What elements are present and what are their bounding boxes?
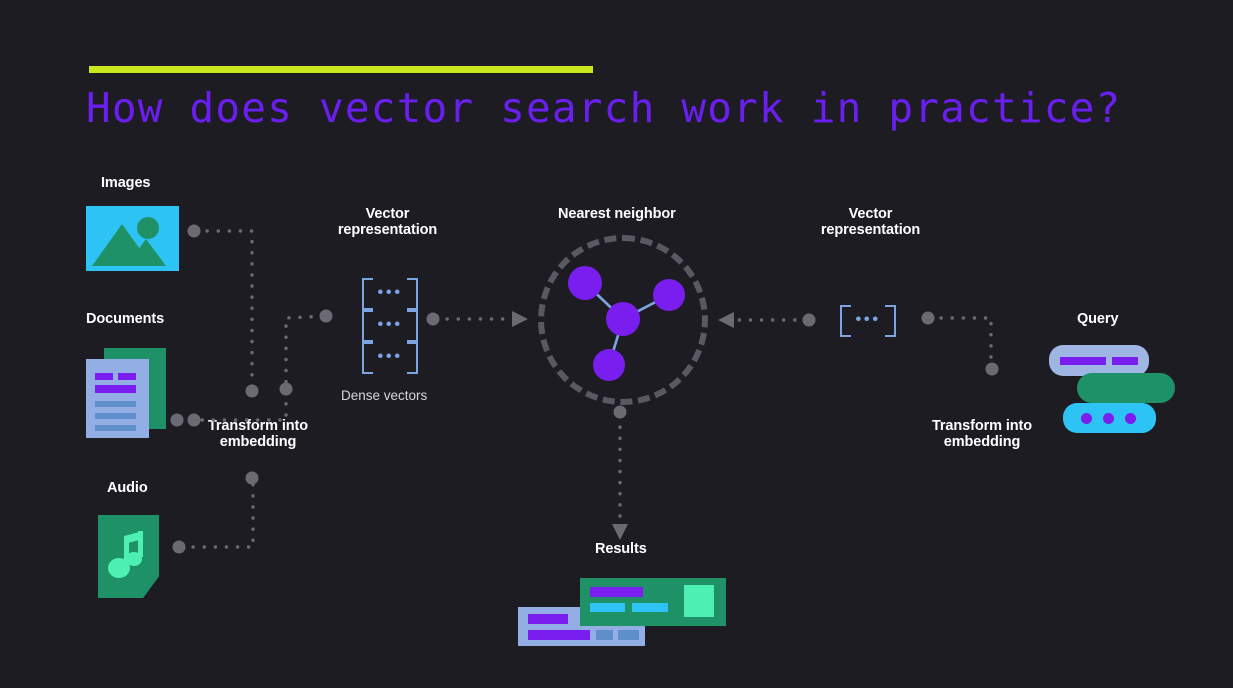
document-body-line <box>95 401 136 407</box>
query-vector-list: ••• <box>840 303 896 337</box>
typing-dot <box>1125 413 1136 424</box>
label-vector-right: Vector representation <box>797 206 944 238</box>
title-accent-rule <box>89 66 593 73</box>
knn-node-graph <box>568 266 685 381</box>
image-icon-glyph <box>92 217 166 266</box>
result-thumbnail <box>684 585 714 617</box>
result-bar <box>528 614 568 624</box>
dense-vector-list: ••• ••• ••• <box>362 276 418 374</box>
label-transform-right: Transform into embedding <box>907 418 1057 450</box>
connector-dot <box>921 311 935 325</box>
connector-dot <box>802 313 816 327</box>
vector-left-line1: Vector <box>365 206 410 222</box>
results-cards <box>518 578 728 646</box>
nearest-neighbor-graph <box>538 235 708 405</box>
dense-vector-row: ••• <box>362 340 418 374</box>
page-title: How does vector search work in practice? <box>86 84 1122 132</box>
graph-node <box>593 349 625 381</box>
music-note-icon <box>98 515 159 598</box>
chat-bubble-text <box>1049 345 1149 376</box>
connector-dot <box>170 413 184 427</box>
document-title-line <box>118 373 136 380</box>
document-body-line <box>95 425 136 431</box>
dense-vector-row: ••• <box>362 308 418 342</box>
document-front-sheet <box>86 359 149 438</box>
vector-right-line2: representation <box>820 222 921 238</box>
arrow-down <box>612 524 628 540</box>
graph-node <box>653 279 685 311</box>
connector-dot <box>187 224 201 238</box>
slide-canvas: How does vector search work in practice?… <box>0 0 1233 688</box>
connector-dot <box>279 382 293 396</box>
label-audio: Audio <box>107 480 148 496</box>
label-transform-left: Transform into embedding <box>183 418 333 450</box>
transform-right-line1: Transform into <box>931 418 1033 434</box>
result-bar <box>590 587 643 597</box>
graph-node <box>568 266 602 300</box>
vector-left-line2: representation <box>337 222 438 238</box>
document-icon <box>86 348 166 438</box>
typing-dot <box>1103 413 1114 424</box>
chat-text-bar <box>1112 357 1138 365</box>
transform-left-line1: Transform into <box>207 418 309 434</box>
image-icon <box>86 206 179 271</box>
label-images: Images <box>101 175 151 191</box>
transform-left-line2: embedding <box>219 434 297 450</box>
dense-vector-row: ••• <box>840 303 896 337</box>
result-card-green <box>580 578 726 626</box>
connector-dot <box>245 471 259 485</box>
dense-vector-row: ••• <box>362 276 418 310</box>
document-heading-line <box>95 385 136 393</box>
connector-dot <box>319 309 333 323</box>
bracket-right <box>407 310 418 342</box>
result-bar <box>632 603 668 612</box>
chat-bubble-typing <box>1063 403 1156 433</box>
document-body-line <box>95 413 136 419</box>
chat-text-bar <box>1060 357 1106 365</box>
connector-dot <box>613 405 627 419</box>
arrow-right <box>512 311 528 327</box>
connector-audio <box>180 477 255 549</box>
connector-dot <box>426 312 440 326</box>
result-bar <box>596 630 613 640</box>
connector-dot <box>172 540 186 554</box>
connector-images <box>194 229 254 391</box>
query-chat-icon <box>1049 345 1181 442</box>
connector-dot <box>245 384 259 398</box>
result-bar <box>528 630 590 640</box>
result-bar <box>590 603 625 612</box>
bracket-right <box>407 342 418 374</box>
caption-dense-vectors: Dense vectors <box>341 388 428 403</box>
label-nearest-neighbor: Nearest neighbor <box>558 206 676 222</box>
document-title-line <box>95 373 113 380</box>
label-vector-left: Vector representation <box>314 206 461 238</box>
result-bar <box>618 630 639 640</box>
vector-right-line1: Vector <box>848 206 893 222</box>
music-note-glyph <box>108 531 143 578</box>
connector-dot <box>985 362 999 376</box>
arrow-left <box>718 312 734 328</box>
transform-right-line2: embedding <box>943 434 1021 450</box>
label-query: Query <box>1077 311 1119 327</box>
typing-dot <box>1081 413 1092 424</box>
label-results: Results <box>595 541 647 557</box>
connector-query <box>928 316 993 370</box>
chat-bubble-plain <box>1077 373 1175 403</box>
bracket-right <box>407 278 418 310</box>
connector-documents <box>178 314 328 422</box>
label-documents: Documents <box>86 311 165 327</box>
graph-node-center <box>606 302 640 336</box>
bracket-right <box>885 305 896 337</box>
